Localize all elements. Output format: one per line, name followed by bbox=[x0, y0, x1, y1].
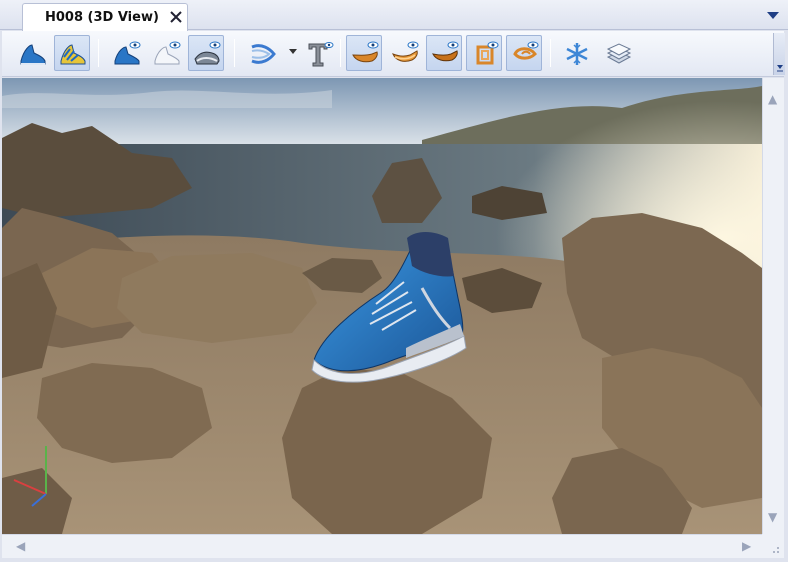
text-tool-button[interactable] bbox=[300, 35, 336, 71]
shoe-sole-visibility-icon bbox=[194, 41, 221, 65]
tab-3d-view[interactable]: H008 (3D View) bbox=[22, 3, 188, 31]
scroll-right-icon[interactable]: ▶ bbox=[742, 539, 751, 553]
sole-orange-icon bbox=[392, 41, 419, 62]
shoe-visibility-icon bbox=[114, 41, 141, 65]
insole-button[interactable] bbox=[346, 35, 382, 71]
scene-render bbox=[2, 78, 762, 534]
close-icon[interactable] bbox=[167, 8, 185, 26]
resize-grip-icon[interactable] bbox=[762, 534, 784, 558]
toolbar-separator bbox=[550, 39, 551, 67]
vertical-scrollbar[interactable]: ▲ ▼ bbox=[762, 78, 784, 534]
grip-dots bbox=[773, 547, 779, 553]
heel-counter-button[interactable] bbox=[466, 35, 502, 71]
3d-viewport[interactable] bbox=[2, 78, 762, 534]
toe-cap-icon bbox=[513, 41, 539, 60]
curve-tool-button[interactable] bbox=[244, 35, 280, 71]
snowflake-icon bbox=[566, 43, 588, 65]
horizontal-scrollbar[interactable]: ◀ ▶ bbox=[2, 534, 762, 558]
scroll-down-icon[interactable]: ▼ bbox=[768, 510, 777, 524]
shoe-visibility-button[interactable] bbox=[108, 35, 144, 71]
text-tool-icon bbox=[308, 42, 334, 67]
tab-title: H008 (3D View) bbox=[45, 10, 159, 25]
view-toolbar bbox=[2, 31, 785, 77]
tab-strip: H008 (3D View) bbox=[0, 0, 788, 31]
shoe-blue-icon bbox=[20, 44, 46, 65]
tab-list-dropdown-icon[interactable] bbox=[766, 10, 780, 20]
sole-button[interactable] bbox=[386, 35, 422, 71]
heel-counter-icon bbox=[476, 41, 499, 65]
3d-view-window: H008 (3D View) ▲ ▼ ◀ ▶ bbox=[0, 0, 788, 562]
shoe-textured-icon bbox=[60, 44, 86, 65]
scroll-left-icon[interactable]: ◀ bbox=[16, 539, 25, 553]
toolbar-separator bbox=[98, 39, 99, 67]
insole-orange-icon bbox=[352, 41, 379, 63]
layers-button[interactable] bbox=[600, 35, 636, 71]
shoe-textured-button[interactable] bbox=[54, 35, 90, 71]
outsole-button[interactable] bbox=[426, 35, 462, 71]
curve-tool-icon bbox=[251, 44, 276, 64]
shoe-sole-visibility-button[interactable] bbox=[188, 35, 224, 71]
layers-icon bbox=[606, 43, 632, 64]
scroll-up-icon[interactable]: ▲ bbox=[768, 92, 777, 106]
toolbar-separator bbox=[234, 39, 235, 67]
chevron-down-icon[interactable] bbox=[289, 49, 297, 55]
chevron-down-icon bbox=[777, 65, 783, 72]
toe-cap-button[interactable] bbox=[506, 35, 542, 71]
snowflake-button[interactable] bbox=[558, 35, 594, 71]
shoe-white-icon bbox=[154, 41, 181, 65]
toolbar-separator bbox=[340, 39, 341, 67]
shoe-blue-button[interactable] bbox=[14, 35, 50, 71]
shoe-white-button[interactable] bbox=[148, 35, 184, 71]
toolbar-overflow-button[interactable] bbox=[773, 33, 785, 75]
sole-orange-2-icon bbox=[432, 41, 459, 62]
